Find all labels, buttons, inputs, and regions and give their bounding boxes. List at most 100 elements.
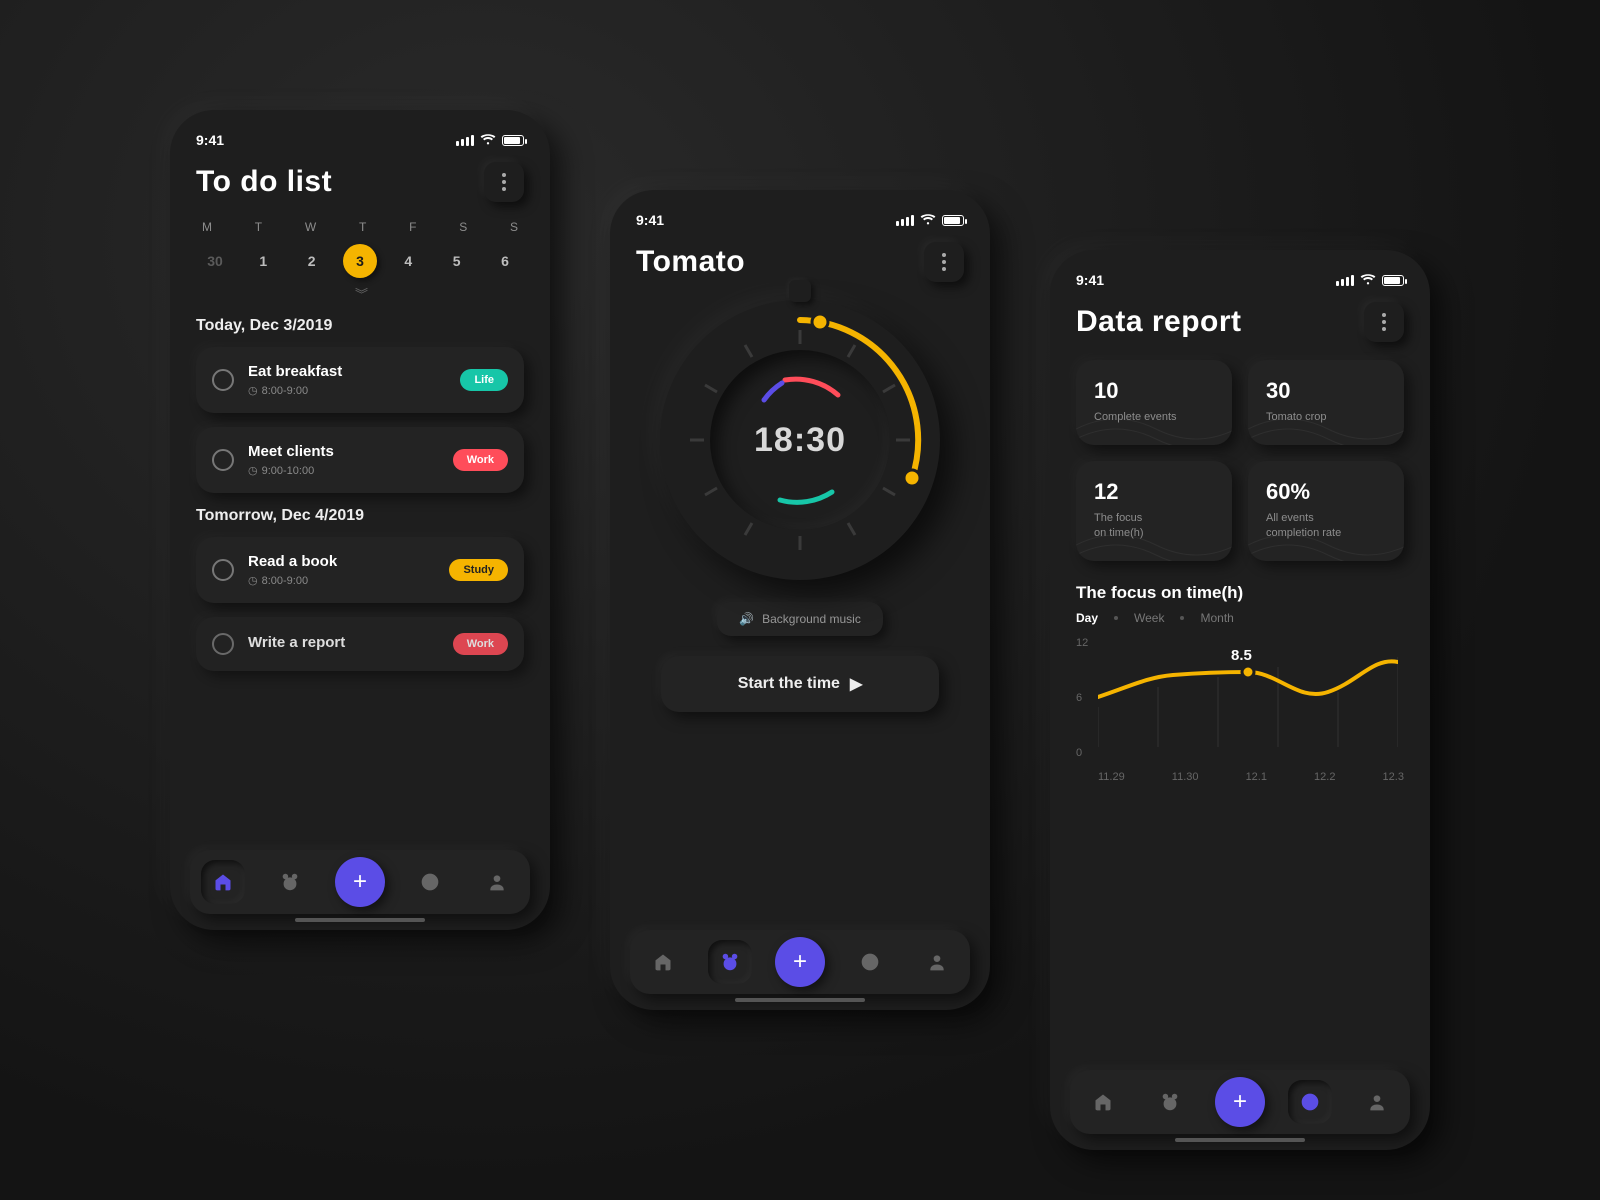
- home-indicator: [295, 918, 425, 922]
- status-icons: [1336, 274, 1404, 286]
- page-title: Tomato: [636, 245, 745, 279]
- checkbox-icon[interactable]: [212, 369, 234, 391]
- range-week[interactable]: Week: [1134, 611, 1164, 625]
- tab-bar: +: [1070, 1070, 1410, 1134]
- status-bar: 9:41: [1076, 272, 1404, 288]
- status-bar: 9:41: [196, 132, 524, 148]
- inner-arcs: [710, 350, 890, 530]
- add-button[interactable]: +: [335, 857, 385, 907]
- tab-chart[interactable]: [408, 860, 452, 904]
- add-button[interactable]: +: [1215, 1077, 1265, 1127]
- date-cell[interactable]: 2: [295, 244, 329, 278]
- task-tag: Life: [460, 369, 508, 391]
- tab-home[interactable]: [641, 940, 685, 984]
- stat-value: 12: [1094, 479, 1214, 505]
- page-title: To do list: [196, 165, 332, 199]
- task-tag: Work: [453, 449, 508, 471]
- page-title: Data report: [1076, 305, 1242, 339]
- wave-decoration-icon: [1076, 515, 1232, 561]
- battery-icon: [942, 215, 964, 226]
- tab-user[interactable]: [475, 860, 519, 904]
- checkbox-icon[interactable]: [212, 559, 234, 581]
- tab-bear[interactable]: [708, 940, 752, 984]
- stopwatch-stem-icon: [789, 280, 811, 302]
- tab-chart[interactable]: [1288, 1080, 1332, 1124]
- status-time: 9:41: [636, 212, 664, 228]
- task-name: Meet clients: [248, 443, 439, 460]
- tab-user[interactable]: [1355, 1080, 1399, 1124]
- clock-icon: ◷: [248, 384, 258, 397]
- date-cell[interactable]: 6: [488, 244, 522, 278]
- stat-card[interactable]: 60% All events completion rate: [1248, 461, 1404, 561]
- task-time: ◷8:00-9:00: [248, 574, 435, 587]
- signal-icon: [456, 135, 474, 146]
- task-name: Write a report: [248, 634, 439, 651]
- chart-title: The focus on time(h): [1076, 583, 1404, 603]
- signal-icon: [896, 215, 914, 226]
- task-tag: Study: [449, 559, 508, 581]
- date-cell[interactable]: 1: [246, 244, 280, 278]
- task-row[interactable]: Write a report Work: [196, 617, 524, 671]
- stat-card[interactable]: 12 The focus on time(h): [1076, 461, 1232, 561]
- wifi-icon: [1360, 274, 1376, 286]
- range-month[interactable]: Month: [1200, 611, 1233, 625]
- focus-chart: 12 6 0 8.5: [1076, 637, 1404, 767]
- task-row[interactable]: Meet clients ◷9:00-10:00 Work: [196, 427, 524, 493]
- more-button[interactable]: [924, 242, 964, 282]
- clock-icon: ◷: [248, 574, 258, 587]
- stats-grid: 10 Complete events 30 Tomato crop 12 The…: [1076, 360, 1404, 561]
- signal-icon: [1336, 275, 1354, 286]
- date-row: 30 1 2 3 4 5 6: [196, 244, 524, 278]
- weekday-row: MTWTFSS: [196, 220, 524, 234]
- timer-screen: 9:41 Tomato 18:30 �: [610, 190, 990, 1010]
- date-cell-selected[interactable]: 3: [343, 244, 377, 278]
- task-time: ◷9:00-10:00: [248, 464, 439, 477]
- date-cell[interactable]: 5: [440, 244, 474, 278]
- status-icons: [456, 134, 524, 146]
- tab-bar: +: [190, 850, 530, 914]
- home-indicator: [1175, 1138, 1305, 1142]
- status-bar: 9:41: [636, 212, 964, 228]
- tab-chart[interactable]: [848, 940, 892, 984]
- status-icons: [896, 214, 964, 226]
- tab-home[interactable]: [201, 860, 245, 904]
- report-screen: 9:41 Data report 10 Complete events 30 T…: [1050, 250, 1430, 1150]
- music-button[interactable]: 🔊 Background music: [717, 602, 883, 636]
- home-indicator: [735, 998, 865, 1002]
- status-time: 9:41: [196, 132, 224, 148]
- checkbox-icon[interactable]: [212, 633, 234, 655]
- task-row[interactable]: Read a book ◷8:00-9:00 Study: [196, 537, 524, 603]
- tab-home[interactable]: [1081, 1080, 1125, 1124]
- task-name: Read a book: [248, 553, 435, 570]
- tab-bear[interactable]: [1148, 1080, 1192, 1124]
- stat-card[interactable]: 30 Tomato crop: [1248, 360, 1404, 445]
- range-day[interactable]: Day: [1076, 611, 1098, 625]
- speaker-icon: 🔊: [739, 612, 754, 626]
- checkbox-icon[interactable]: [212, 449, 234, 471]
- wave-decoration-icon: [1248, 515, 1404, 561]
- more-button[interactable]: [1364, 302, 1404, 342]
- status-time: 9:41: [1076, 272, 1104, 288]
- clock-icon: ◷: [248, 464, 258, 477]
- wifi-icon: [480, 134, 496, 146]
- expand-calendar-icon[interactable]: ︾: [196, 284, 524, 303]
- date-cell[interactable]: 30: [198, 244, 232, 278]
- more-button[interactable]: [484, 162, 524, 202]
- tab-user[interactable]: [915, 940, 959, 984]
- date-cell[interactable]: 4: [391, 244, 425, 278]
- add-button[interactable]: +: [775, 937, 825, 987]
- task-time: ◷8:00-9:00: [248, 384, 446, 397]
- todo-screen: 9:41 To do list MTWTFSS 30 1 2 3 4 5 6 ︾…: [170, 110, 550, 930]
- wave-decoration-icon: [1076, 399, 1232, 445]
- task-row[interactable]: Eat breakfast ◷8:00-9:00 Life: [196, 347, 524, 413]
- tab-bar: +: [630, 930, 970, 994]
- stat-card[interactable]: 10 Complete events: [1076, 360, 1232, 445]
- wifi-icon: [920, 214, 936, 226]
- start-button[interactable]: Start the time ▶: [661, 656, 940, 712]
- task-tag: Work: [453, 633, 508, 655]
- wave-decoration-icon: [1248, 399, 1404, 445]
- tab-bear[interactable]: [268, 860, 312, 904]
- play-icon: ▶: [850, 674, 862, 694]
- stat-value: 60%: [1266, 479, 1386, 505]
- timer-dial[interactable]: 18:30: [660, 300, 940, 580]
